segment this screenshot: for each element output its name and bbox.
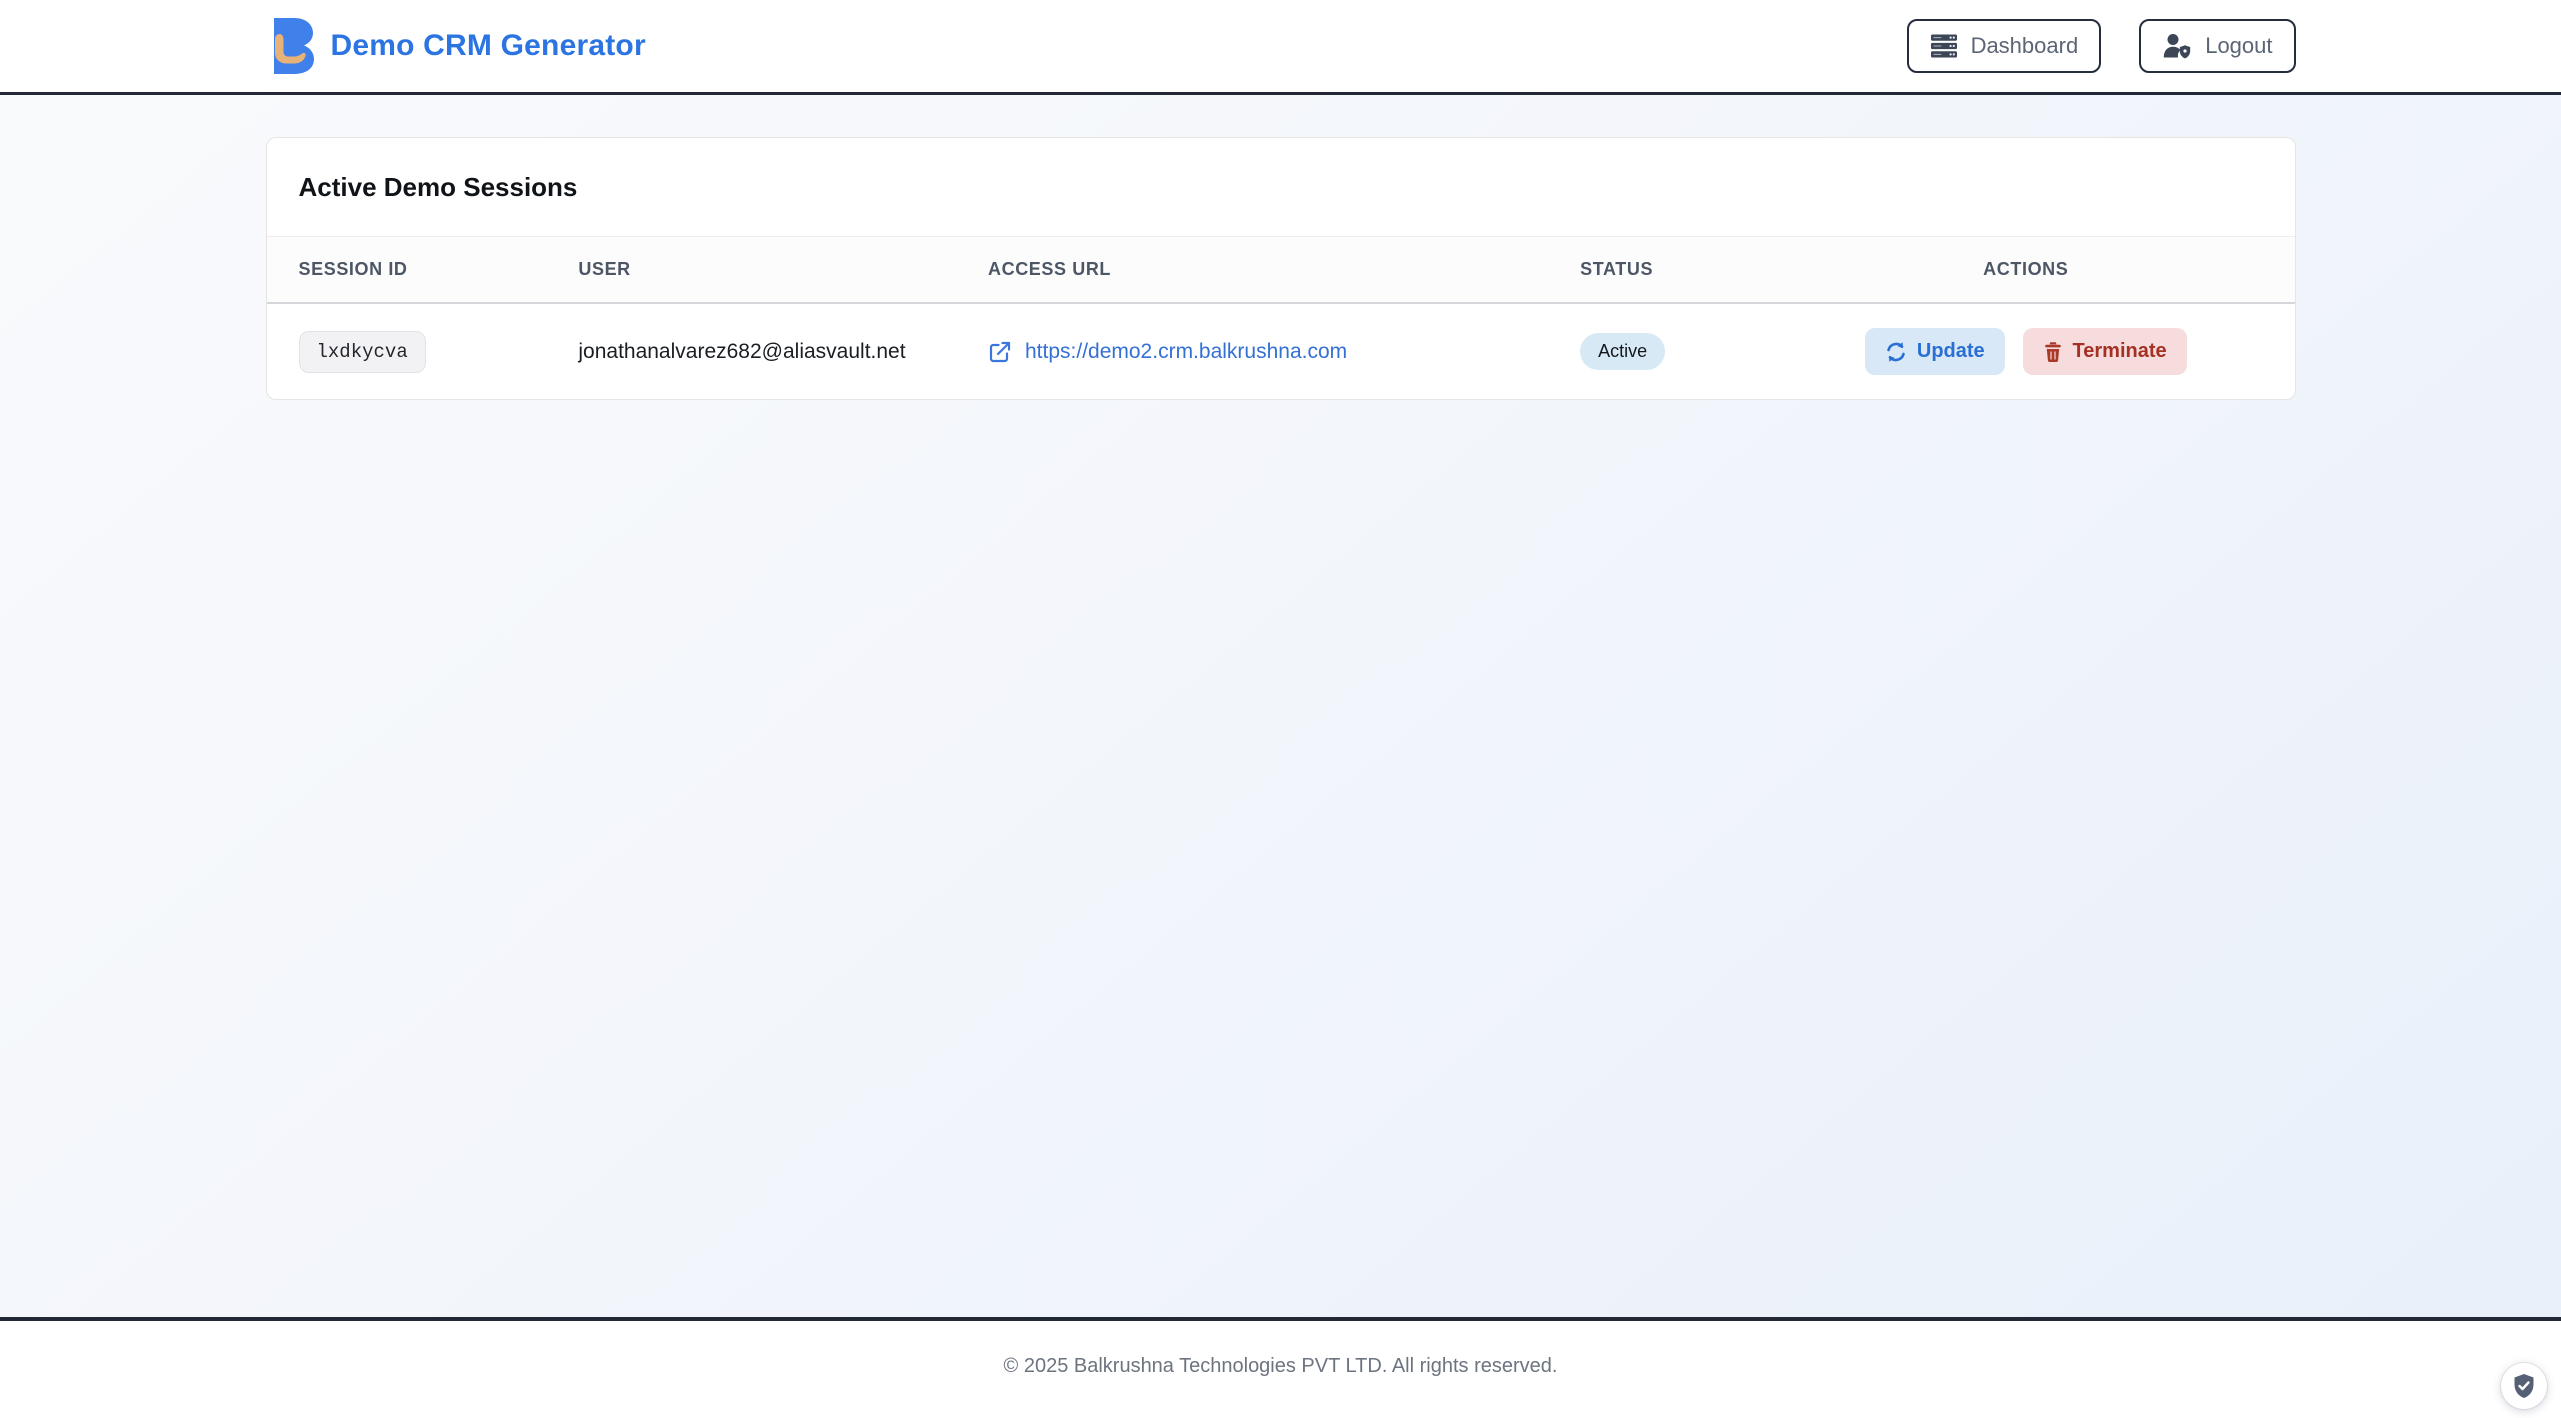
header-access-url: ACCESS URL <box>956 237 1548 303</box>
dashboard-button[interactable]: Dashboard <box>1907 19 2102 73</box>
sessions-table: SESSION ID USER ACCESS URL STATUS ACTION… <box>267 237 2295 399</box>
logout-button[interactable]: Logout <box>2139 19 2295 73</box>
status-cell: Active <box>1548 303 1757 399</box>
table-row: lxdkycva jonathanalvarez682@aliasvault.n… <box>267 303 2295 399</box>
session-id-cell: lxdkycva <box>267 303 547 399</box>
access-url-cell: https://demo2.crm.balkrushna.com <box>956 303 1548 399</box>
header-actions: ACTIONS <box>1757 237 2294 303</box>
header-session-id: SESSION ID <box>267 237 547 303</box>
main-content: Active Demo Sessions SESSION ID USER ACC… <box>0 95 2561 1321</box>
copyright-text: © 2025 Balkrushna Technologies PVT LTD. … <box>1004 1355 1558 1378</box>
trash-icon <box>2043 341 2063 363</box>
terminate-button-label: Terminate <box>2073 340 2167 363</box>
brand-logo-icon <box>266 17 314 75</box>
refresh-icon <box>1885 341 1907 363</box>
navbar: Demo CRM Generator <box>0 0 2561 95</box>
status-badge: Active <box>1580 333 1665 370</box>
external-link-icon[interactable] <box>988 340 1012 364</box>
session-id-badge: lxdkycva <box>299 331 426 373</box>
navbar-inner: Demo CRM Generator <box>266 0 2296 92</box>
access-url-link[interactable]: https://demo2.crm.balkrushna.com <box>1025 340 1347 364</box>
dashboard-button-label: Dashboard <box>1971 33 2079 59</box>
user-cell: jonathanalvarez682@aliasvault.net <box>546 303 956 399</box>
actions-cell: Update <box>1757 303 2294 399</box>
shield-check-badge[interactable] <box>2501 1363 2547 1409</box>
table-header-row: SESSION ID USER ACCESS URL STATUS ACTION… <box>267 237 2295 303</box>
brand-title: Demo CRM Generator <box>331 29 646 63</box>
update-button[interactable]: Update <box>1865 328 2005 375</box>
update-button-label: Update <box>1917 340 1985 363</box>
logout-button-label: Logout <box>2205 33 2272 59</box>
nav-actions: Dashboard Logout <box>1907 19 2296 73</box>
person-shield-icon <box>2162 32 2192 60</box>
header-user: USER <box>546 237 956 303</box>
brand[interactable]: Demo CRM Generator <box>266 17 646 75</box>
header-status: STATUS <box>1548 237 1757 303</box>
server-stack-icon <box>1930 32 1958 60</box>
card-title: Active Demo Sessions <box>267 138 2295 237</box>
terminate-button[interactable]: Terminate <box>2023 328 2187 375</box>
sessions-card: Active Demo Sessions SESSION ID USER ACC… <box>266 137 2296 400</box>
footer: © 2025 Balkrushna Technologies PVT LTD. … <box>0 1321 2561 1411</box>
